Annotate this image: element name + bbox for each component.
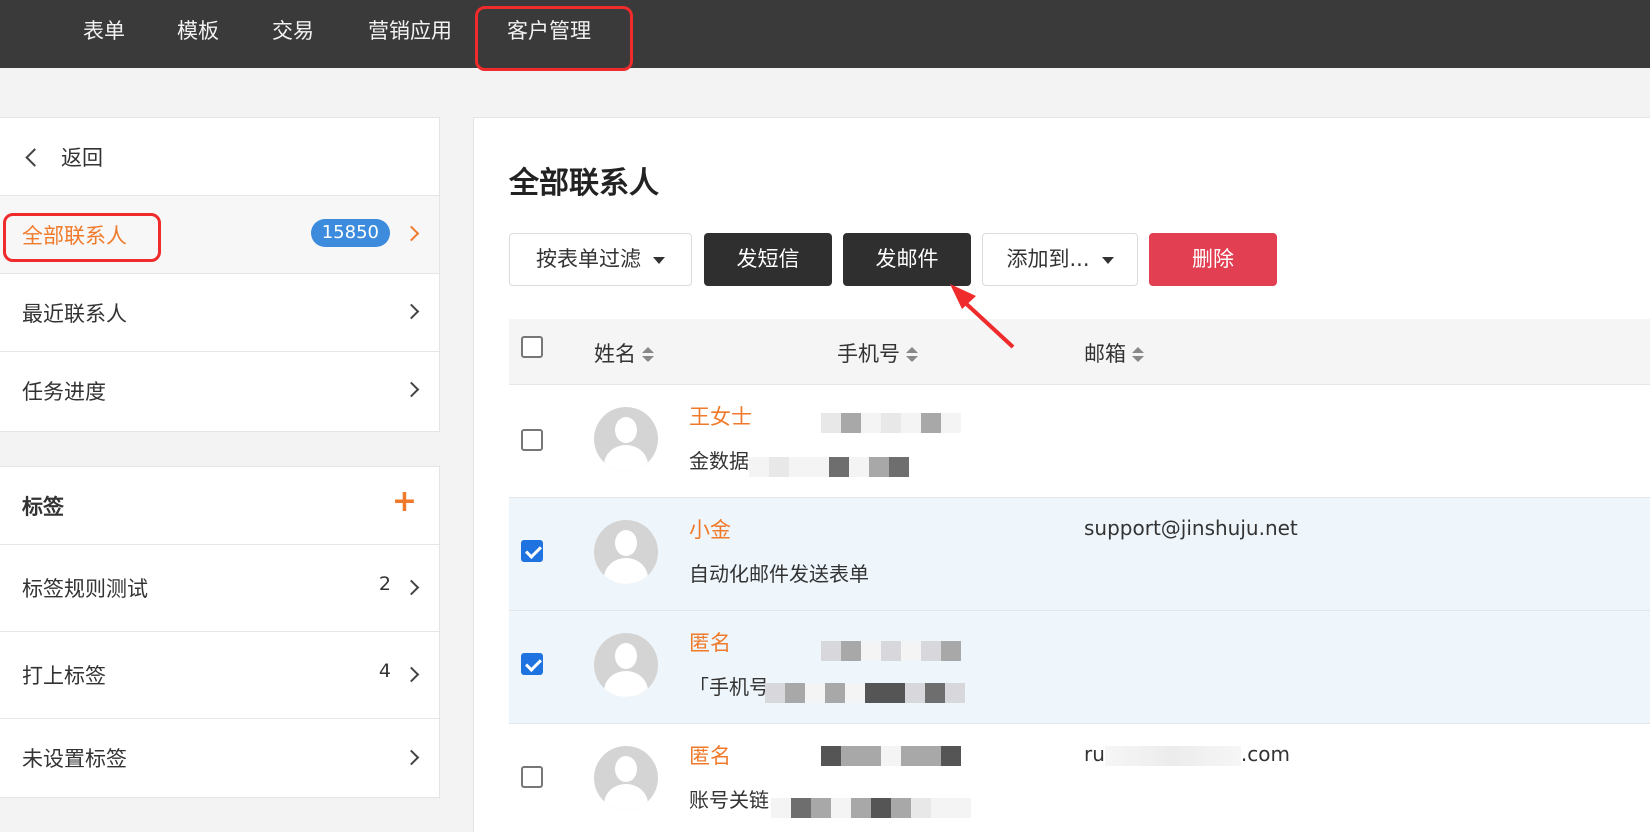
annotation-arrow	[950, 284, 1015, 349]
